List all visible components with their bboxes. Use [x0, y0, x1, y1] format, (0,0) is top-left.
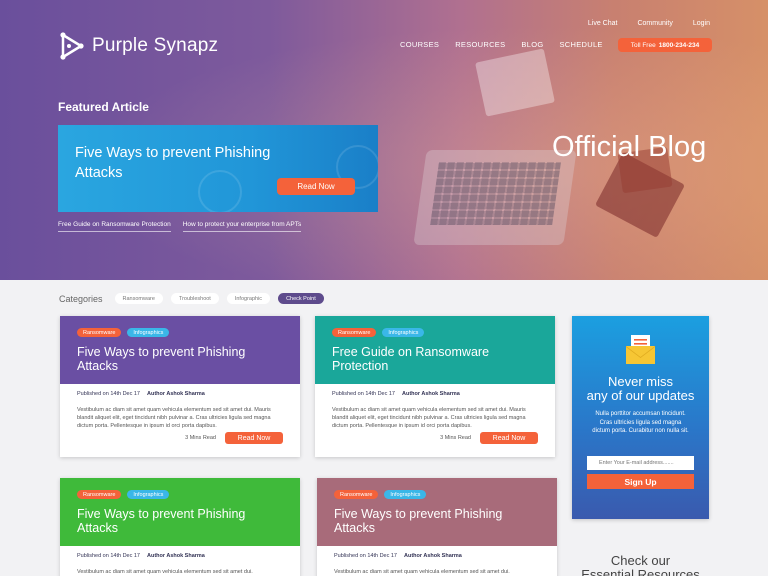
tag-infographics[interactable]: Infographics: [384, 490, 427, 499]
envelope-icon: [626, 335, 655, 364]
category-chip-check-point[interactable]: Check Point: [278, 293, 324, 304]
card-excerpt: Vestibulum ac diam sit amet quam vehicul…: [77, 569, 253, 575]
card-header: Ransomware Infographics Five Ways to pre…: [317, 478, 557, 546]
card-author: Author Ashok Sharma: [147, 391, 205, 397]
tag-ransomware[interactable]: Ransomware: [77, 328, 122, 337]
category-chip-infographic[interactable]: Infographic: [226, 293, 271, 304]
official-blog-title: Official Blog: [552, 131, 707, 163]
top-utility-nav: Live Chat Community Login: [588, 20, 710, 27]
tag-infographics[interactable]: Infographics: [382, 328, 425, 337]
card-title[interactable]: Five Ways to prevent Phishing Attacks: [334, 507, 540, 535]
essential-line1: Check our: [610, 553, 671, 568]
brand-name: Purple Synapz: [92, 35, 219, 56]
card-excerpt: Vestibulum ac diam sit amet quam vehicul…: [334, 569, 510, 575]
card-title[interactable]: Five Ways to prevent Phishing Attacks: [77, 345, 283, 373]
brand-logo[interactable]: Purple Synapz: [58, 32, 218, 60]
featured-sublinks: Free Guide on Ransomware Protection How …: [58, 221, 302, 232]
toll-free-number: 1800-234-234: [658, 41, 700, 49]
nav-courses[interactable]: COURSES: [400, 40, 439, 49]
hero-banner: Purple Synapz Live Chat Community Login …: [0, 0, 768, 280]
newsletter-description: Nulla porttitor accumsan tincidunt. Cras…: [592, 411, 689, 434]
tag-infographics[interactable]: Infographics: [127, 328, 170, 337]
categories-bar: Categories Ransomware Troubleshoot Infog…: [59, 293, 324, 304]
featured-read-now-button[interactable]: Read Now: [277, 178, 355, 195]
article-card[interactable]: Ransomware Infographics Five Ways to pre…: [60, 478, 300, 576]
toll-free-label: Toll Free: [630, 41, 656, 49]
card-read-time: 3 Mins Read: [440, 435, 471, 441]
tag-ransomware[interactable]: Ransomware: [332, 328, 377, 337]
essential-line2: Essential Resources: [581, 567, 700, 576]
card-title[interactable]: Five Ways to prevent Phishing Attacks: [77, 507, 283, 535]
card-author: Author Ashok Sharma: [404, 553, 462, 559]
card-read-now-button[interactable]: Read Now: [480, 432, 538, 444]
newsletter-title-line2: any of our updates: [586, 388, 695, 403]
card-author: Author Ashok Sharma: [402, 391, 460, 397]
category-chip-troubleshoot[interactable]: Troubleshoot: [170, 293, 219, 304]
nav-schedule[interactable]: SCHEDULE: [559, 40, 602, 49]
logo-icon: [60, 32, 84, 60]
nav-blog[interactable]: BLOG: [521, 40, 543, 49]
login-link[interactable]: Login: [693, 20, 710, 27]
live-chat-link[interactable]: Live Chat: [588, 20, 618, 27]
essential-resources-heading: Check our Essential Resources: [572, 554, 709, 576]
newsletter-title-line1: Never miss: [607, 374, 673, 389]
featured-article-heading: Featured Article: [58, 100, 149, 114]
nav-resources[interactable]: RESOURCES: [455, 40, 505, 49]
card-excerpt: Vestibulum ac diam sit amet quam vehicul…: [332, 407, 526, 429]
card-header: Ransomware Infographics Five Ways to pre…: [60, 316, 300, 384]
card-read-now-button[interactable]: Read Now: [225, 432, 283, 444]
card-published-date: Published on 14th Dec 17: [77, 553, 140, 559]
category-chip-ransomware[interactable]: Ransomware: [114, 293, 163, 304]
tag-ransomware[interactable]: Ransomware: [334, 490, 379, 499]
card-header: Ransomware Infographics Free Guide on Ra…: [315, 316, 555, 384]
tag-ransomware[interactable]: Ransomware: [77, 490, 122, 499]
card-published-date: Published on 14th Dec 17: [332, 391, 395, 397]
card-published-date: Published on 14th Dec 17: [334, 553, 397, 559]
featured-article-card[interactable]: Five Ways to prevent Phishing Attacks Re…: [58, 125, 378, 212]
card-excerpt: Vestibulum ac diam sit amet quam vehicul…: [77, 407, 271, 429]
card-published-date: Published on 14th Dec 17: [77, 391, 140, 397]
newsletter-box: Never miss any of our updates Nulla port…: [572, 316, 709, 519]
article-card[interactable]: Ransomware Infographics Five Ways to pre…: [317, 478, 557, 576]
card-author: Author Ashok Sharma: [147, 553, 205, 559]
article-card[interactable]: Ransomware Infographics Free Guide on Ra…: [315, 316, 555, 457]
card-title[interactable]: Free Guide on Ransomware Protection: [332, 345, 538, 373]
sign-up-button[interactable]: Sign Up: [587, 474, 694, 489]
card-header: Ransomware Infographics Five Ways to pre…: [60, 478, 300, 546]
article-card[interactable]: Ransomware Infographics Five Ways to pre…: [60, 316, 300, 457]
email-field[interactable]: [587, 456, 694, 470]
toll-free-button[interactable]: Toll Free 1800-234-234: [618, 38, 712, 52]
tag-infographics[interactable]: Infographics: [127, 490, 170, 499]
newsletter-title: Never miss any of our updates: [572, 375, 709, 403]
sublink-ransomware-guide[interactable]: Free Guide on Ransomware Protection: [58, 221, 171, 232]
card-read-time: 3 Mins Read: [185, 435, 216, 441]
sublink-protect-apts[interactable]: How to protect your enterprise from APTs: [182, 221, 302, 232]
main-nav: COURSES RESOURCES BLOG SCHEDULE: [400, 40, 603, 49]
categories-label: Categories: [59, 293, 103, 304]
featured-article-title[interactable]: Five Ways to prevent Phishing Attacks: [75, 143, 295, 183]
hero-laptop-image: [413, 150, 577, 245]
community-link[interactable]: Community: [637, 20, 672, 27]
